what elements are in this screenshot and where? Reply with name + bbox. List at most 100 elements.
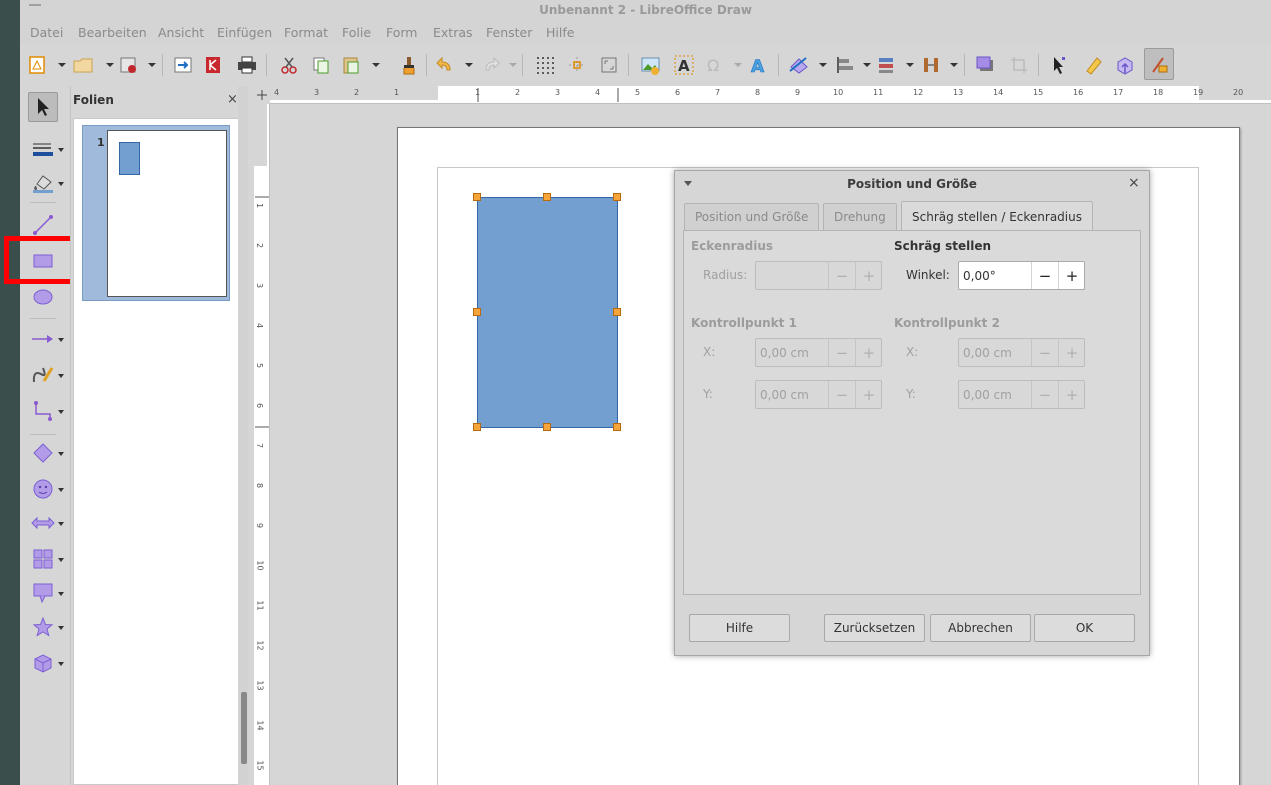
- slide-thumbnail-item[interactable]: 1: [82, 125, 230, 301]
- export-icon[interactable]: [170, 52, 196, 78]
- cp1-y-spinbox[interactable]: 0,00 cm − +: [755, 380, 882, 409]
- fontwork-icon[interactable]: A: [746, 52, 772, 78]
- block-arrows-icon[interactable]: [28, 510, 58, 536]
- distribute-icon[interactable]: [918, 52, 944, 78]
- cp2-y-spinbox[interactable]: 0,00 cm − +: [958, 380, 1085, 409]
- basic-shapes-icon[interactable]: [28, 440, 58, 466]
- callouts-icon[interactable]: [28, 580, 58, 606]
- transformations-icon[interactable]: [786, 52, 812, 78]
- save-dropdown-arrow[interactable]: [148, 63, 156, 67]
- print-icon[interactable]: [234, 52, 260, 78]
- zoom-pan-icon[interactable]: [596, 52, 622, 78]
- ellipse-tool-icon[interactable]: [28, 284, 58, 310]
- menu-folie[interactable]: Folie: [342, 25, 371, 40]
- cp2-y-increment-button[interactable]: +: [1058, 381, 1085, 408]
- slide-pane-close-icon[interactable]: ×: [227, 92, 238, 107]
- special-character-dropdown-arrow[interactable]: [734, 63, 742, 67]
- cp2-x-value[interactable]: 0,00 cm: [963, 346, 1012, 360]
- vertical-ruler[interactable]: 1 2 3 4 5 6 7 8 9 10 11 12 13 14 15: [254, 104, 270, 785]
- resize-handle[interactable]: [543, 193, 551, 201]
- align-icon[interactable]: [832, 52, 858, 78]
- fill-color-dropdown-arrow[interactable]: [58, 182, 64, 186]
- cp2-y-value[interactable]: 0,00 cm: [963, 388, 1012, 402]
- redo-icon[interactable]: [478, 52, 504, 78]
- menu-ansicht[interactable]: Ansicht: [158, 25, 204, 40]
- block-arrows-dropdown-arrow[interactable]: [58, 522, 64, 526]
- save-icon[interactable]: [116, 52, 142, 78]
- new-document-icon[interactable]: [24, 52, 50, 78]
- arrange-icon[interactable]: [874, 52, 900, 78]
- 3d-objects-dropdown-arrow[interactable]: [58, 662, 64, 666]
- curve-tool-icon[interactable]: [28, 362, 58, 388]
- open-dropdown-arrow[interactable]: [106, 63, 114, 67]
- menu-form[interactable]: Form: [386, 25, 418, 40]
- cancel-button[interactable]: Abbrechen: [930, 614, 1031, 642]
- tab-rotation[interactable]: Drehung: [823, 203, 897, 231]
- resize-handle[interactable]: [613, 423, 621, 431]
- angle-spinbox[interactable]: 0,00° − +: [958, 261, 1085, 290]
- copy-icon[interactable]: [308, 52, 334, 78]
- arrow-line-icon[interactable]: [28, 326, 58, 352]
- redo-dropdown-arrow[interactable]: [509, 63, 517, 67]
- angle-increment-button[interactable]: +: [1058, 262, 1085, 289]
- paste-icon[interactable]: [338, 52, 364, 78]
- align-dropdown-arrow[interactable]: [863, 63, 871, 67]
- cp2-y-decrement-button[interactable]: −: [1031, 381, 1058, 408]
- line-color-icon[interactable]: [28, 136, 58, 162]
- menu-datei[interactable]: Datei: [30, 25, 63, 40]
- helplines-icon[interactable]: [564, 52, 590, 78]
- symbol-shapes-icon[interactable]: [28, 476, 58, 502]
- pane-splitter[interactable]: [238, 86, 248, 785]
- export-pdf-icon[interactable]: [200, 52, 226, 78]
- cp1-y-decrement-button[interactable]: −: [828, 381, 855, 408]
- dialog-close-icon[interactable]: ×: [1128, 175, 1140, 191]
- resize-handle[interactable]: [543, 423, 551, 431]
- stars-dropdown-arrow[interactable]: [58, 626, 64, 630]
- connectors-dropdown-arrow[interactable]: [58, 410, 64, 414]
- cp1-x-decrement-button[interactable]: −: [828, 339, 855, 366]
- horizontal-ruler[interactable]: 4 3 2 1 1 2 3 4 5 6 7 8 9 10 11 12 13 14…: [270, 86, 1271, 104]
- radius-spinbox[interactable]: − +: [755, 261, 882, 290]
- arrange-dropdown-arrow[interactable]: [906, 63, 914, 67]
- flowchart-icon[interactable]: [28, 546, 58, 572]
- curves-dropdown-arrow[interactable]: [58, 374, 64, 378]
- resize-handle[interactable]: [473, 308, 481, 316]
- flowchart-dropdown-arrow[interactable]: [58, 558, 64, 562]
- cp2-x-spinbox[interactable]: 0,00 cm − +: [958, 338, 1085, 367]
- resize-handle[interactable]: [613, 308, 621, 316]
- glue-points-icon[interactable]: [1080, 52, 1106, 78]
- crop-icon[interactable]: [1006, 52, 1032, 78]
- special-character-icon[interactable]: Ω: [702, 52, 728, 78]
- insert-image-icon[interactable]: [638, 52, 664, 78]
- menu-bearbeiten[interactable]: Bearbeiten: [78, 25, 147, 40]
- grid-icon[interactable]: [532, 52, 558, 78]
- undo-dropdown-arrow[interactable]: [465, 63, 473, 67]
- angle-value[interactable]: 0,00°: [963, 269, 996, 283]
- stars-icon[interactable]: [28, 614, 58, 640]
- points-icon[interactable]: [1046, 52, 1072, 78]
- menu-format[interactable]: Format: [284, 25, 328, 40]
- line-color-dropdown-arrow[interactable]: [58, 148, 64, 152]
- basic-shapes-dropdown-arrow[interactable]: [58, 452, 64, 456]
- cut-icon[interactable]: [276, 52, 302, 78]
- cp2-x-increment-button[interactable]: +: [1058, 339, 1085, 366]
- menu-fenster[interactable]: Fenster: [486, 25, 532, 40]
- radius-decrement-button[interactable]: −: [828, 262, 855, 289]
- selected-rectangle-shape[interactable]: [477, 197, 618, 428]
- shadow-icon[interactable]: [972, 52, 998, 78]
- callouts-dropdown-arrow[interactable]: [58, 592, 64, 596]
- paste-dropdown-arrow[interactable]: [372, 63, 380, 67]
- menu-extras[interactable]: Extras: [433, 25, 473, 40]
- cp1-x-increment-button[interactable]: +: [855, 339, 882, 366]
- fill-color-icon[interactable]: [28, 170, 58, 196]
- distribute-dropdown-arrow[interactable]: [950, 63, 958, 67]
- open-folder-icon[interactable]: [70, 52, 96, 78]
- symbol-shapes-dropdown-arrow[interactable]: [58, 488, 64, 492]
- connector-tool-icon[interactable]: [28, 398, 58, 424]
- toggle-extrusion-icon[interactable]: [1112, 52, 1138, 78]
- tab-slant-corner-radius[interactable]: Schräg stellen / Eckenradius: [901, 201, 1093, 231]
- new-dropdown-arrow[interactable]: [58, 63, 66, 67]
- resize-handle[interactable]: [613, 193, 621, 201]
- dialog-title-bar[interactable]: Position und Größe ×: [675, 171, 1149, 197]
- resize-handle[interactable]: [473, 423, 481, 431]
